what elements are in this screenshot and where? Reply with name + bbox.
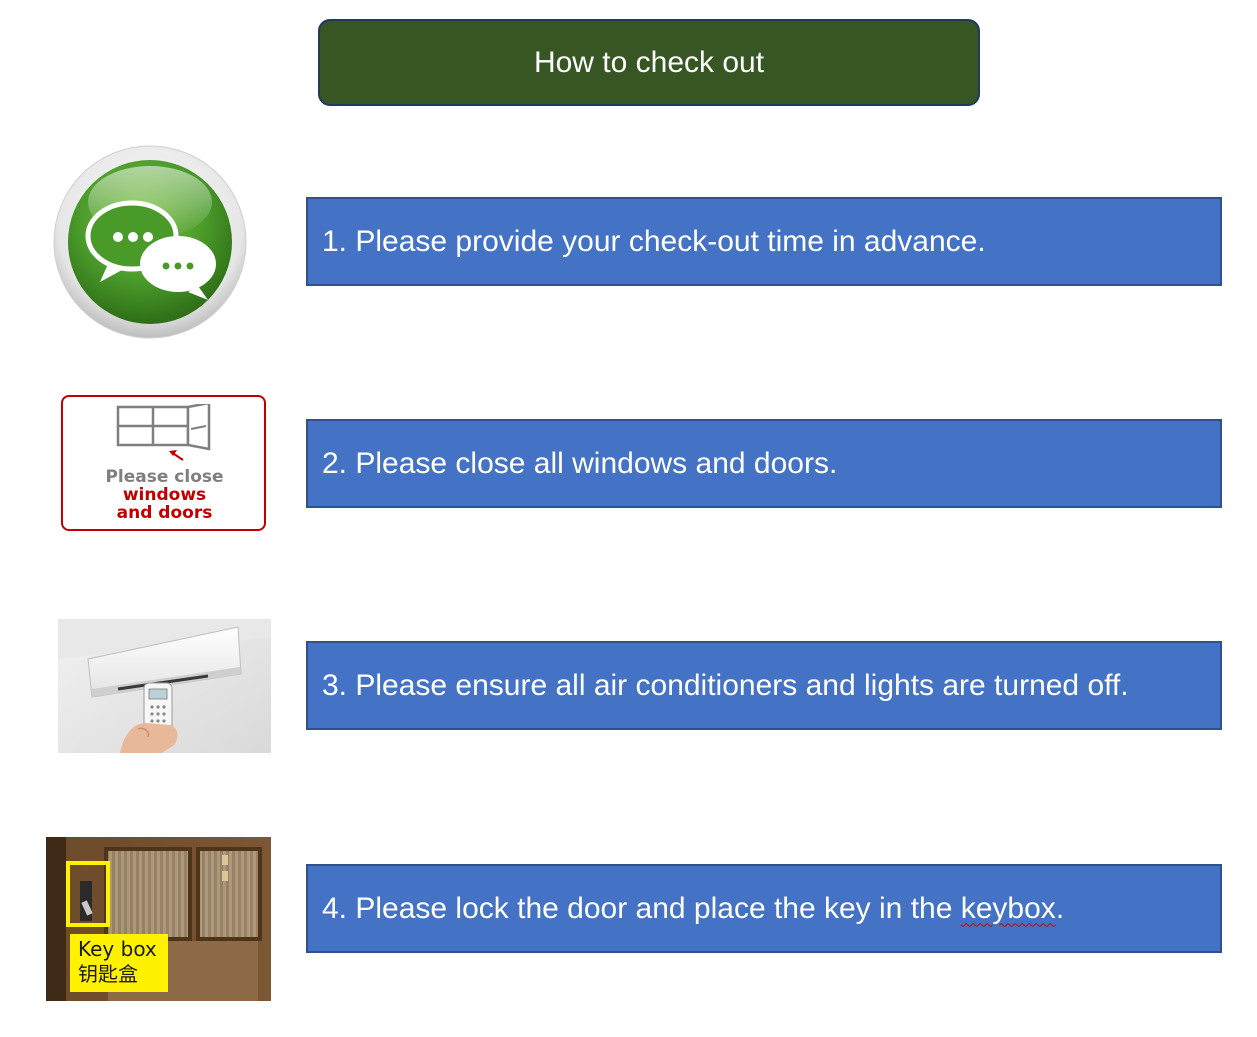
sign-line-2: windows [122,485,207,505]
page-title: How to check out [318,19,980,106]
step-4-text: 4. Please lock the door and place the ke… [322,892,1064,926]
step-4-instruction: 4. Please lock the door and place the ke… [306,864,1222,953]
step-3-text: 3. Please ensure all air conditioners an… [322,668,1129,702]
air-conditioner-photo [58,619,271,753]
keybox-photo: Key box 钥匙盒 [46,837,271,1001]
spellcheck-flagged-word: keybox [960,891,1056,925]
keybox-label-zh: 钥匙盒 [78,962,138,986]
sign-line-1: Please close [105,467,224,487]
page-title-text: How to check out [533,45,765,79]
step-2-text: 2. Please close all windows and doors. [322,446,838,480]
step-1-instruction: 1. Please provide your check-out time in… [306,197,1222,286]
step-4-text-after: . [1055,891,1065,925]
step-3-instruction: 3. Please ensure all air conditioners an… [306,641,1222,730]
close-windows-sign: Please close windows and doors [58,392,271,535]
keybox-label: Key box 钥匙盒 [70,934,168,992]
step-2-instruction: 2. Please close all windows and doors. [306,419,1222,508]
chat-bubbles-icon [48,140,248,345]
step-1-text: 1. Please provide your check-out time in… [322,224,986,258]
keybox-label-en: Key box [78,937,157,961]
sign-caption: Please close windows and doors [58,468,271,522]
step-4-text-before: 4. Please lock the door and place the ke… [322,891,961,925]
sign-line-3: and doors [116,503,213,523]
